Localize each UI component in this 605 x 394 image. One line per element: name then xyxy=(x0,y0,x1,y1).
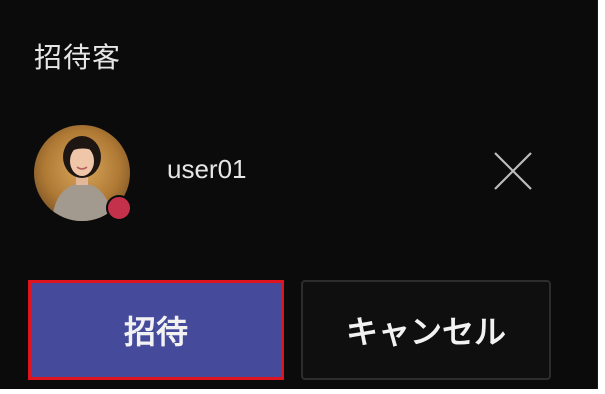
cancel-button-label: キャンセル xyxy=(345,313,506,351)
invite-button[interactable]: 招待 xyxy=(28,280,284,380)
invite-guest-panel: 招待客 user01 招待 キャンセル xyxy=(0,0,598,389)
busy-status-icon xyxy=(106,195,132,221)
cancel-button[interactable]: キャンセル xyxy=(301,280,551,380)
dialog-title: 招待客 xyxy=(34,41,122,74)
guest-name: user01 xyxy=(167,154,247,184)
invite-button-label: 招待 xyxy=(123,313,188,351)
close-icon xyxy=(494,152,532,190)
remove-guest-button[interactable] xyxy=(490,148,536,194)
